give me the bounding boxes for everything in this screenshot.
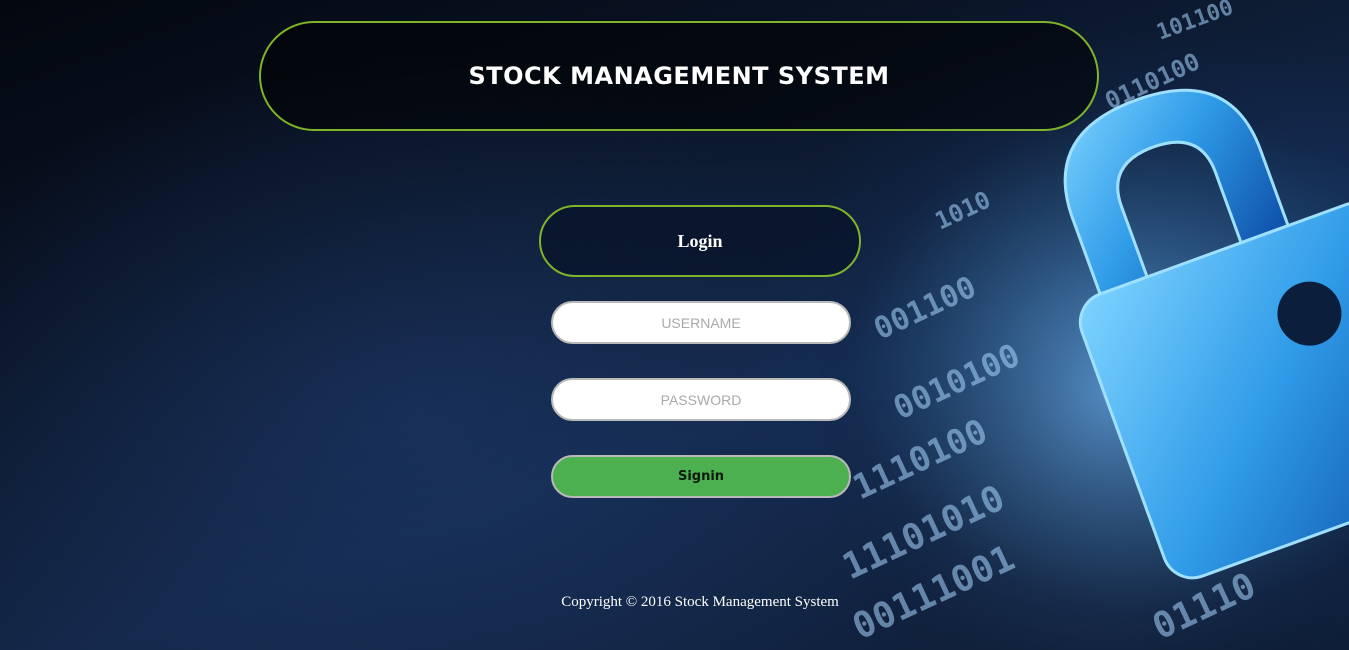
svg-text:01110: 01110: [1146, 565, 1262, 648]
svg-text:0010100: 0010100: [887, 336, 1025, 427]
svg-text:11101010: 11101010: [836, 478, 1010, 588]
svg-text:00111001: 00111001: [846, 538, 1020, 648]
svg-text:101100: 101100: [1154, 0, 1237, 46]
svg-text:010: 010: [1239, 513, 1303, 568]
signin-button[interactable]: Signin: [551, 455, 851, 498]
svg-text:1010: 1010: [931, 186, 995, 236]
svg-text:1110100: 1110100: [847, 411, 994, 508]
svg-text:0110100: 0110100: [1101, 47, 1205, 115]
header-banner: STOCK MANAGEMENT SYSTEM: [259, 21, 1099, 131]
login-heading-box: Login: [539, 205, 861, 277]
password-input[interactable]: [551, 378, 851, 421]
username-input[interactable]: [551, 301, 851, 344]
login-title: Login: [677, 230, 723, 251]
app-title: STOCK MANAGEMENT SYSTEM: [468, 62, 890, 90]
copyright-text: Copyright © 2016 Stock Management System: [561, 594, 839, 610]
svg-text:001100: 001100: [869, 270, 982, 348]
